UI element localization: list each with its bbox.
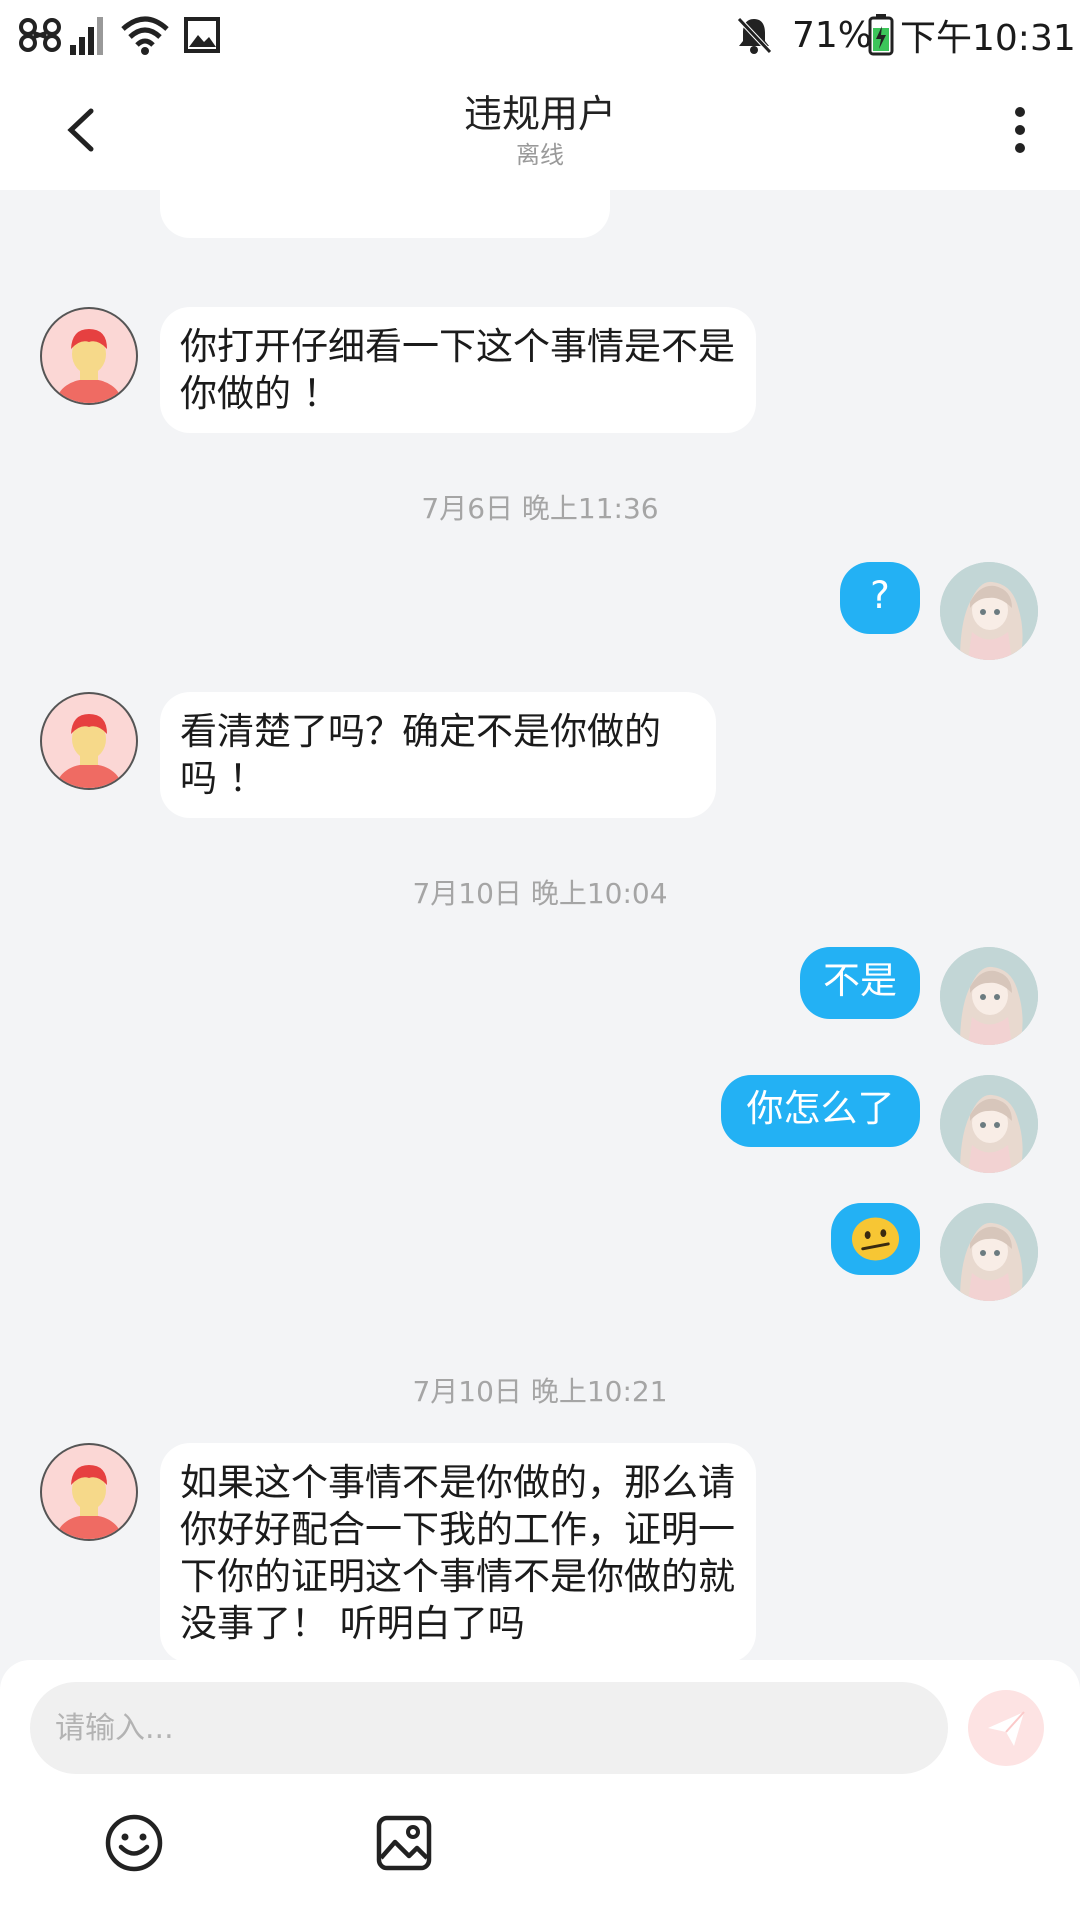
image-button[interactable] bbox=[371, 1810, 437, 1876]
avatar-me[interactable] bbox=[940, 1075, 1038, 1173]
person-icon bbox=[57, 329, 121, 403]
person-icon bbox=[57, 1465, 121, 1539]
confused-face-emoji-icon bbox=[851, 1217, 900, 1261]
timestamp: 7月10日 晚上10:04 bbox=[412, 877, 668, 910]
emoji-icon bbox=[105, 1814, 163, 1872]
wifi-icon bbox=[120, 12, 170, 58]
paper-plane-icon bbox=[988, 1711, 1025, 1746]
image-notification-icon bbox=[184, 12, 220, 58]
person-icon bbox=[57, 714, 121, 788]
signal-icon bbox=[70, 12, 106, 58]
timestamp: 7月6日 晚上11:36 bbox=[421, 492, 659, 525]
message-list[interactable]: 你打开仔细看一下这个事情是不是你做的 ！ 7月6日 晚上11:36 ? 看清楚了… bbox=[0, 190, 1080, 1660]
chat-title: 违规用户 bbox=[463, 92, 616, 136]
battery-icon bbox=[868, 12, 894, 58]
avatar-me[interactable] bbox=[940, 1203, 1038, 1301]
more-vertical-icon bbox=[1015, 107, 1025, 153]
anime-girl-avatar-icon bbox=[940, 1075, 1038, 1173]
status-bar: 71% 下午10:31 bbox=[0, 0, 1080, 70]
online-status: 离线 bbox=[516, 141, 564, 169]
avatar-me[interactable] bbox=[940, 562, 1038, 660]
image-icon bbox=[376, 1815, 432, 1871]
anime-girl-avatar-icon bbox=[940, 1203, 1038, 1301]
avatar-other[interactable] bbox=[40, 307, 138, 405]
mute-bell-icon bbox=[734, 12, 774, 58]
send-button[interactable] bbox=[968, 1690, 1044, 1766]
avatar-me[interactable] bbox=[940, 947, 1038, 1045]
message-bubble-me[interactable]: 不是 bbox=[800, 947, 920, 1019]
avatar-other[interactable] bbox=[40, 692, 138, 790]
avatar-other[interactable] bbox=[40, 1443, 138, 1541]
emoji-button[interactable] bbox=[101, 1810, 167, 1876]
anime-girl-avatar-icon bbox=[940, 562, 1038, 660]
clock: 下午10:31 bbox=[900, 18, 1076, 59]
battery-percent: 71% bbox=[792, 14, 873, 56]
message-bubble-me[interactable]: 你怎么了 bbox=[721, 1075, 920, 1147]
message-composer bbox=[0, 1660, 1080, 1920]
message-input[interactable] bbox=[30, 1682, 948, 1774]
more-options-button[interactable] bbox=[990, 100, 1050, 160]
chat-header: 违规用户 离线 bbox=[0, 70, 1080, 190]
message-bubble-other[interactable]: 看清楚了吗？确定不是你做的吗 ！ bbox=[160, 692, 716, 818]
message-bubble-other[interactable]: 如果这个事情不是你做的，那么请你好好配合一下我的工作，证明一下你的证明这个事情不… bbox=[160, 1443, 756, 1660]
message-bubble-other[interactable]: 你打开仔细看一下这个事情是不是你做的 ！ bbox=[160, 307, 756, 433]
message-bubble-me[interactable] bbox=[831, 1203, 920, 1275]
timestamp: 7月10日 晚上10:21 bbox=[412, 1375, 668, 1408]
carrier-icon bbox=[16, 12, 64, 58]
message-bubble-partial[interactable] bbox=[160, 190, 610, 238]
anime-girl-avatar-icon bbox=[940, 947, 1038, 1045]
message-bubble-me[interactable]: ? bbox=[840, 562, 920, 634]
